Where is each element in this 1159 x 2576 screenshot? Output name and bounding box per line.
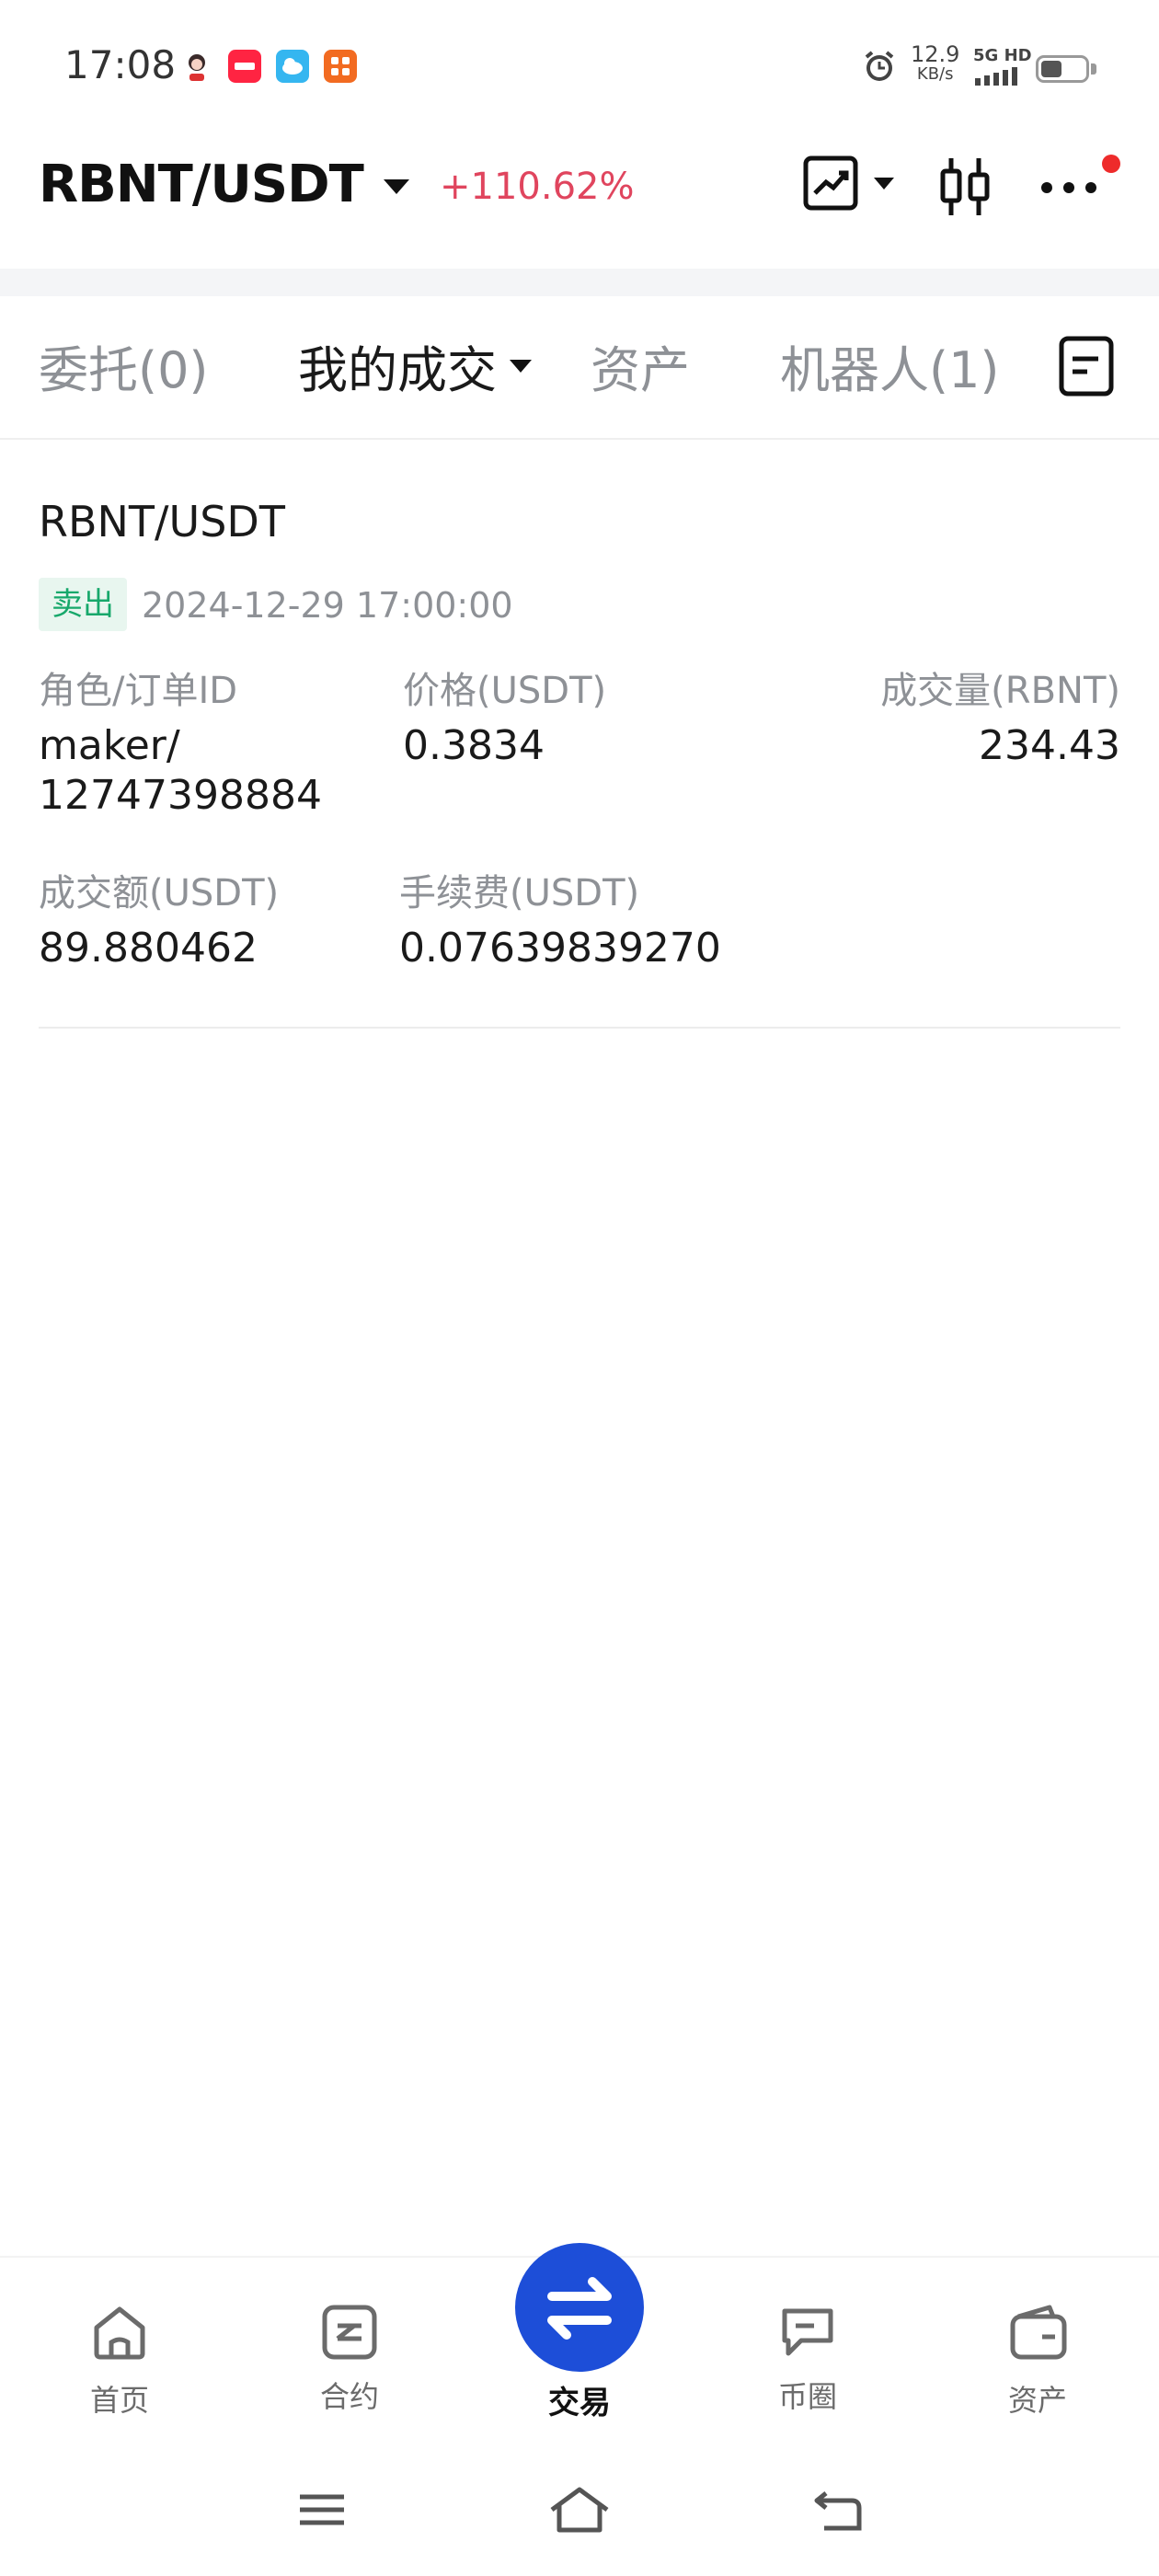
status-time: 17:08: [64, 42, 177, 87]
more-button[interactable]: [1039, 180, 1100, 199]
grid-app-notification-icon: [324, 50, 357, 83]
pair-selector[interactable]: RBNT/USDT: [39, 155, 409, 214]
battery-icon: [1036, 55, 1089, 83]
alarm-icon: [861, 48, 898, 88]
role-label: 角色/订单ID: [39, 670, 238, 712]
price-change-percent: +110.62%: [440, 166, 635, 208]
tabs-divider: [0, 438, 1159, 440]
tab-orders[interactable]: 委托(0): [39, 329, 209, 402]
tab-my-trades[interactable]: 我的成交: [298, 329, 532, 402]
swap-icon: [547, 2277, 612, 2340]
more-dots-icon: [1041, 182, 1096, 193]
candlestick-icon: [940, 158, 990, 215]
price-value: 0.3834: [403, 722, 545, 769]
nav-contract[interactable]: 合约: [276, 2300, 423, 2414]
nav-community-label: 币圈: [777, 2379, 837, 2414]
tab-assets[interactable]: 资产: [591, 329, 690, 402]
caret-down-icon: [510, 359, 532, 373]
fee-label: 手续费(USDT): [399, 872, 640, 914]
home-icon: [94, 2306, 145, 2360]
menu-icon: [300, 2494, 344, 2525]
role-value: maker/ 12747398884: [39, 722, 322, 819]
trade-datetime: 2024-12-29 17:00:00: [142, 585, 513, 626]
side-badge: 卖出: [39, 578, 127, 631]
home-outline-icon: [550, 2487, 609, 2533]
nav-community[interactable]: 币圈: [734, 2300, 881, 2414]
chart-line-icon: [803, 155, 858, 211]
section-divider: [0, 269, 1159, 296]
nav-contract-label: 合约: [319, 2379, 379, 2414]
battery-tip: [1091, 63, 1096, 75]
price-label: 价格(USDT): [403, 670, 607, 712]
nav-home-label: 首页: [89, 2383, 149, 2418]
system-back-button[interactable]: [811, 2484, 865, 2539]
volume-label: 成交量(RBNT): [880, 670, 1120, 712]
candlestick-button[interactable]: [936, 155, 993, 223]
amount-value: 89.880462: [39, 925, 258, 972]
notification-dot: [1102, 155, 1120, 173]
caret-down-icon: [874, 177, 894, 190]
system-home-button[interactable]: [548, 2484, 611, 2539]
document-icon: [1059, 336, 1114, 397]
card-divider: [39, 1027, 1120, 1029]
wallet-icon: [1010, 2305, 1067, 2360]
nav-trade[interactable]: [515, 2243, 644, 2372]
signal-icon: 5G HD: [973, 46, 1032, 89]
avatar-notification-icon: [180, 50, 213, 83]
contract-icon: [322, 2305, 377, 2360]
nav-assets[interactable]: 资产: [964, 2300, 1111, 2418]
chat-icon: [782, 2308, 833, 2356]
volume-value: 234.43: [979, 722, 1120, 769]
nav-trade-label: 交易: [548, 2385, 611, 2421]
amount-label: 成交额(USDT): [39, 872, 280, 914]
tab-robots[interactable]: 机器人(1): [780, 329, 1000, 402]
tab-my-trades-label: 我的成交: [298, 341, 497, 399]
fee-value: 0.07639839270: [399, 925, 721, 972]
caret-down-icon: [383, 178, 409, 194]
nav-home[interactable]: 首页: [46, 2300, 193, 2418]
chart-toggle-button[interactable]: [802, 155, 894, 212]
nav-assets-label: 资产: [1007, 2383, 1067, 2418]
system-menu-button[interactable]: [296, 2484, 348, 2539]
back-icon: [814, 2491, 862, 2531]
network-speed: 12.9 KB/s: [911, 41, 960, 84]
cloud-notification-icon: [276, 50, 309, 83]
order-history-button[interactable]: [1058, 335, 1115, 401]
trade-pair: RBNT/USDT: [39, 497, 285, 546]
pair-title: RBNT/USDT: [39, 155, 364, 214]
redbook-notification-icon: [228, 50, 261, 83]
status-bar: 17:08 12.9 KB/s 5G HD: [0, 0, 1159, 138]
